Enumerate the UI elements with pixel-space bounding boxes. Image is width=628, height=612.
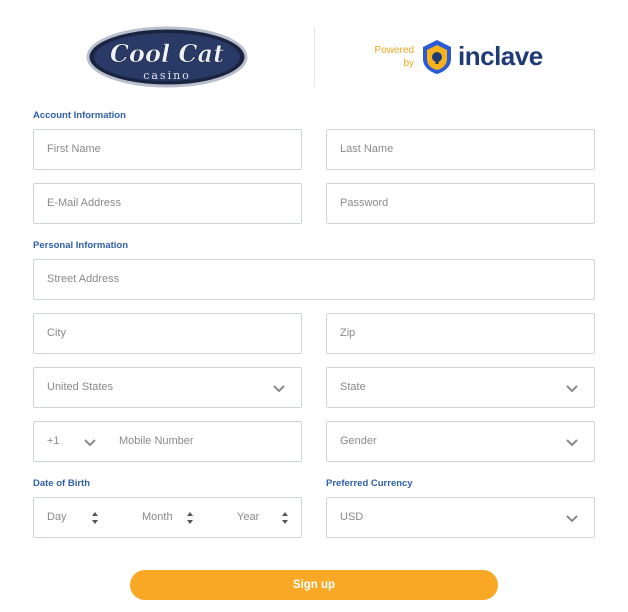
last-name-field[interactable]: Last Name [326,129,595,170]
month-placeholder: Month [142,511,173,523]
inclave-shield-icon [423,40,451,74]
cool-cat-casino-logo: Cool Cat casino [86,26,248,88]
password-placeholder: Password [340,197,389,209]
powered-by-text: Powered by [374,45,414,69]
svg-text:Cool Cat: Cool Cat [110,39,224,68]
section-personal-information: Personal Information [33,240,129,251]
header: Cool Cat casino Powered by inclave [0,0,628,95]
chevron-down-icon [566,385,578,393]
inclave-brand-name: inclave [458,41,543,71]
currency-select[interactable]: USD [326,497,595,538]
zip-placeholder: Zip [340,327,356,339]
chevron-down-icon[interactable] [84,439,96,447]
sort-arrows-icon [282,512,288,524]
email-field[interactable]: E-Mail Address [33,183,302,224]
zip-field[interactable]: Zip [326,313,595,354]
country-value: United States [47,381,114,393]
first-name-field[interactable]: First Name [33,129,302,170]
state-placeholder: State [340,381,366,393]
date-of-birth-field: Day Month Year [33,497,302,538]
section-preferred-currency: Preferred Currency [326,478,413,489]
street-address-placeholder: Street Address [47,273,120,285]
street-address-field[interactable]: Street Address [33,259,595,300]
password-field[interactable]: Password [326,183,595,224]
city-field[interactable]: City [33,313,302,354]
mobile-number-placeholder: Mobile Number [119,435,194,447]
city-placeholder: City [47,327,66,339]
email-placeholder: E-Mail Address [47,197,121,209]
currency-value: USD [340,511,364,523]
chevron-down-icon [566,439,578,447]
header-divider [314,27,315,87]
sort-arrows-icon [187,512,193,524]
sign-up-button[interactable]: Sign up [130,570,498,600]
svg-text:casino: casino [143,69,191,82]
gender-select[interactable]: Gender [326,421,595,462]
month-select[interactable]: Month [129,498,214,537]
year-select[interactable]: Year [224,498,301,537]
day-select[interactable]: Day [34,498,119,537]
day-placeholder: Day [47,511,67,523]
state-select[interactable]: State [326,367,595,408]
chevron-down-icon [566,515,578,523]
gender-placeholder: Gender [340,435,377,447]
section-account-information: Account Information [33,110,126,121]
phone-code-value[interactable]: +1 [47,435,60,447]
section-date-of-birth: Date of Birth [33,478,90,489]
country-select[interactable]: United States [33,367,302,408]
mobile-number-field[interactable]: +1 Mobile Number [33,421,302,462]
last-name-placeholder: Last Name [340,143,394,155]
year-placeholder: Year [237,511,260,523]
chevron-down-icon [273,385,285,393]
sort-arrows-icon [92,512,98,524]
first-name-placeholder: First Name [47,143,101,155]
